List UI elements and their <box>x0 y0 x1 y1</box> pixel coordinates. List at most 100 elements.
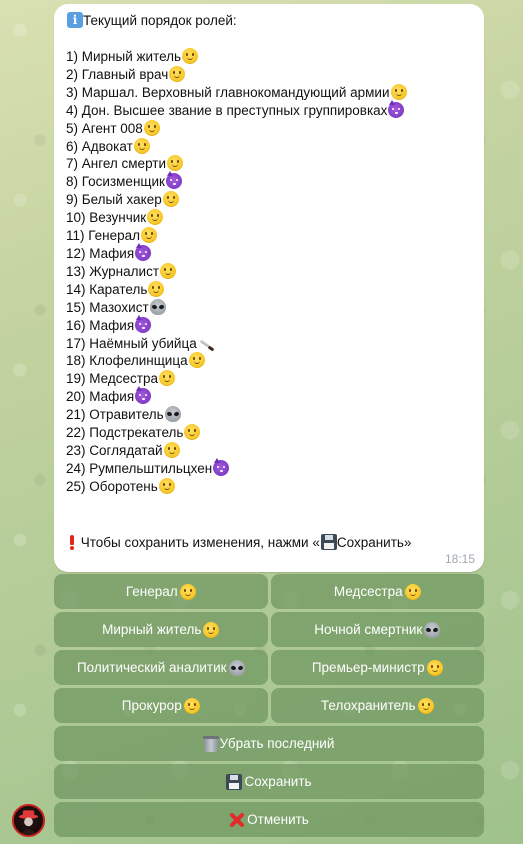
keyboard-button[interactable]: Отменить <box>54 802 484 837</box>
role-label: 3) Маршал. Верховный главнокомандующий а… <box>66 84 390 100</box>
role-item: 2) Главный врач <box>66 65 474 84</box>
role-label: 16) Мафия <box>66 317 135 333</box>
role-item: 23) Соглядатай <box>66 441 474 460</box>
smiling-face-icon <box>163 441 180 458</box>
smiling-face-icon <box>188 352 205 369</box>
smiling-face-icon <box>390 83 407 100</box>
alien-icon <box>164 406 181 423</box>
smiling-face-icon <box>404 583 421 600</box>
role-label: 24) Румпельштильцхен <box>66 460 213 476</box>
devil-face-icon <box>135 242 152 261</box>
keyboard-row: Сохранить <box>54 764 484 799</box>
role-label: 7) Ангел смерти <box>66 156 167 172</box>
floppy-disk-icon <box>226 773 243 790</box>
keyboard-button[interactable]: Прокурор <box>54 688 268 723</box>
role-item: 12) Мафия <box>66 242 474 263</box>
role-label: 20) Мафия <box>66 389 135 405</box>
role-label: 13) Журналист <box>66 263 159 279</box>
keyboard-button-label: Генерал <box>125 584 178 599</box>
role-item: 3) Маршал. Верховный главнокомандующий а… <box>66 83 474 102</box>
role-item: 7) Ангел смерти <box>66 155 474 173</box>
keyboard-button-label: Мирный житель <box>102 622 202 637</box>
smiling-face-icon <box>203 621 220 638</box>
keyboard-button[interactable]: Ночной смертник <box>270 612 484 647</box>
keyboard-button[interactable]: Медсестра <box>270 574 484 609</box>
bot-avatar[interactable] <box>12 804 45 837</box>
footer-text: Чтобы сохранить изменения, нажми « <box>80 535 320 550</box>
role-label: 6) Адвокат <box>66 138 133 154</box>
keyboard-button-label: Отменить <box>247 812 309 827</box>
role-item: 24) Румпельштильцхен <box>66 457 474 478</box>
smiling-face-icon <box>160 262 176 279</box>
role-label: 21) Отравитель <box>66 407 164 423</box>
info-icon <box>67 12 83 28</box>
reply-keyboard: Генерал Медсестра Мирный житель Ночной смер… <box>54 574 484 840</box>
keyboard-button-label: Политический аналитик <box>76 660 227 675</box>
role-item: 1) Мирный житель <box>66 48 474 66</box>
role-item: 22) Подстрекатель <box>66 424 474 442</box>
role-item: 19) Медсестра <box>66 370 474 388</box>
role-label: 25) Оборотень <box>66 478 158 494</box>
smiling-face-icon <box>184 424 201 441</box>
role-label: 1) Мирный житель <box>66 49 182 64</box>
keyboard-button-label: Убрать последний <box>219 736 335 751</box>
role-label: 10) Везунчик <box>66 210 147 226</box>
role-label: 22) Подстрекатель <box>66 425 184 441</box>
role-label: 15) Мазохист <box>66 299 149 315</box>
alien-icon <box>424 621 441 638</box>
keyboard-button[interactable]: Мирный житель <box>54 612 268 647</box>
floppy-disk-icon <box>320 534 337 550</box>
keyboard-button-label: Ночной смертник <box>314 622 423 637</box>
keyboard-row: Политический аналитик Премьер-министр <box>54 650 484 685</box>
alien-icon <box>149 298 166 315</box>
role-label: 2) Главный врач <box>66 66 169 82</box>
keyboard-button[interactable]: Генерал <box>54 574 268 609</box>
keyboard-row: Прокурор Телохранитель <box>54 688 484 723</box>
role-label: 18) Клофелинщица <box>66 353 188 369</box>
smiling-face-icon <box>179 583 196 600</box>
alien-icon <box>228 659 245 676</box>
smiling-face-icon <box>143 119 160 136</box>
footer-save-text: Сохранить» <box>336 535 412 550</box>
role-item: 13) Журналист <box>66 262 474 281</box>
keyboard-button[interactable]: Политический аналитик <box>54 650 268 685</box>
bot-message: Текущий порядок ролей: 1) Мирный житель 2… <box>54 4 484 572</box>
keyboard-row: Мирный житель Ночной смертник <box>54 612 484 647</box>
smiling-face-icon <box>417 697 434 714</box>
keyboard-button[interactable]: Убрать последний <box>54 726 484 761</box>
role-item: 16) Мафия <box>66 314 474 335</box>
message-header: Текущий порядок ролей: <box>66 12 474 48</box>
devil-face-icon <box>135 314 152 333</box>
keyboard-button[interactable]: Телохранитель <box>270 688 484 723</box>
role-item: 9) Белый хакер <box>66 191 474 209</box>
smiling-face-icon <box>169 65 186 82</box>
keyboard-button-label: Медсестра <box>333 584 403 599</box>
message-time: 18:15 <box>444 552 475 566</box>
smiling-face-icon <box>167 155 184 172</box>
keyboard-row: Отменить <box>54 802 484 837</box>
role-label: 12) Мафия <box>66 245 135 261</box>
smiling-face-icon <box>162 191 179 208</box>
keyboard-button[interactable]: Сохранить <box>54 764 484 799</box>
role-label: 19) Медсестра <box>66 371 158 387</box>
role-label: 14) Каратель <box>66 281 148 297</box>
role-item: 18) Клофелинщица <box>66 352 474 370</box>
role-item: 17) Наёмный убийца <box>66 335 474 353</box>
smiling-face-icon <box>158 370 175 387</box>
keyboard-button-label: Прокурор <box>121 698 182 713</box>
hat-figure-icon <box>18 810 39 835</box>
role-item: 14) Каратель <box>66 280 474 299</box>
role-label: 9) Белый хакер <box>66 192 162 208</box>
devil-face-icon <box>135 386 152 405</box>
keyboard-button[interactable]: Премьер-министр <box>270 650 484 685</box>
devil-face-icon <box>388 99 405 118</box>
knife-icon <box>198 335 216 351</box>
role-list: 1) Мирный житель 2) Главный врач 3) Маршал… <box>66 48 474 496</box>
role-item: 6) Адвокат <box>66 137 474 156</box>
smiling-face-icon <box>133 137 150 154</box>
smiling-face-icon <box>426 659 443 676</box>
devil-face-icon <box>213 457 230 476</box>
keyboard-button-label: Сохранить <box>244 774 312 789</box>
keyboard-button-label: Премьер-министр <box>311 660 425 675</box>
role-label: 11) Генерал <box>66 228 141 244</box>
